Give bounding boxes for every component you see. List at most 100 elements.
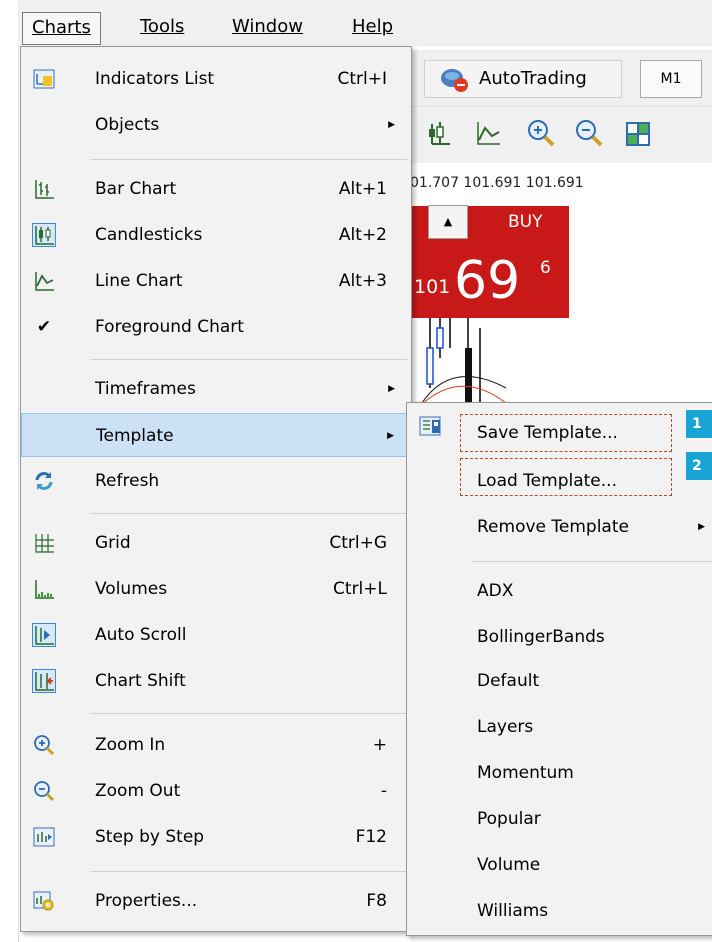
buy-price-prefix: 101 — [414, 276, 451, 298]
menu-label: Objects — [95, 115, 160, 135]
menu-separator — [91, 713, 407, 714]
autotrading-label: AutoTrading — [479, 68, 587, 89]
menu-shortcut: Alt+3 — [338, 271, 387, 291]
grid-icon — [33, 532, 55, 554]
bar-chart-icon — [33, 178, 55, 200]
menu-item-grid[interactable]: Grid Ctrl+G — [21, 521, 411, 565]
auto-scroll-icon — [32, 623, 56, 647]
menu-item-objects[interactable]: Objects ▶ — [21, 103, 411, 147]
menu-window-label: Window — [232, 16, 303, 37]
menu-separator — [91, 359, 407, 360]
buy-price-main: 69 — [454, 251, 521, 311]
template-item[interactable]: BollingerBands — [407, 615, 712, 659]
zoom-in-tool-icon[interactable] — [526, 118, 556, 148]
line-chart-tool-icon[interactable] — [474, 120, 502, 148]
menu-label: Layers — [477, 717, 534, 737]
menu-shortcut: Alt+1 — [338, 179, 387, 199]
menu-label: Williams — [477, 901, 549, 921]
menu-label: Bar Chart — [95, 179, 177, 199]
menu-shortcut: Ctrl+L — [333, 579, 387, 599]
menu-label: Candlesticks — [95, 225, 203, 245]
menu-item-zoom-out[interactable]: Zoom Out - — [21, 769, 411, 813]
volumes-icon — [33, 578, 55, 600]
menu-shortcut: Ctrl+G — [329, 533, 387, 553]
menu-charts-label: Charts — [32, 17, 91, 38]
menu-label: Timeframes — [95, 379, 196, 399]
menu-item-indicators-list[interactable]: Indicators List Ctrl+I — [21, 57, 411, 101]
step-by-step-icon — [33, 826, 55, 848]
checkmark-icon: ✔ — [36, 317, 52, 337]
menu-separator — [91, 159, 407, 160]
menu-label: Template — [96, 426, 174, 446]
menu-label: Step by Step — [95, 827, 205, 847]
timeframe-m1-button[interactable]: M1 — [640, 60, 702, 98]
toolbar-chart — [410, 106, 712, 163]
menu-item-foreground-chart[interactable]: ✔ Foreground Chart — [21, 305, 411, 349]
menu-label: Indicators List — [95, 69, 215, 89]
menu-item-line-chart[interactable]: Line Chart Alt+3 — [21, 259, 411, 303]
menu-item-volumes[interactable]: Volumes Ctrl+L — [21, 567, 411, 611]
menu-item-bar-chart[interactable]: Bar Chart Alt+1 — [21, 167, 411, 211]
menu-item-remove-template[interactable]: Remove Template ▶ — [407, 505, 712, 549]
candlesticks-icon — [32, 223, 56, 247]
template-item[interactable]: Williams — [407, 889, 712, 933]
menu-item-step-by-step[interactable]: Step by Step F12 — [21, 815, 411, 859]
menu-label: Auto Scroll — [95, 625, 187, 645]
menu-item-properties[interactable]: Properties... F8 — [21, 879, 411, 923]
menu-item-template[interactable]: Template ▶ — [21, 413, 411, 457]
template-item[interactable]: ADX — [407, 569, 712, 613]
template-item[interactable]: Popular — [407, 797, 712, 841]
menu-label: Chart Shift — [95, 671, 186, 691]
indicators-list-icon — [33, 68, 55, 90]
menu-label: Zoom In — [95, 735, 166, 755]
menu-label: Momentum — [477, 763, 574, 783]
menu-item-candlesticks[interactable]: Candlesticks Alt+2 — [21, 213, 411, 257]
menu-label: Refresh — [95, 471, 160, 491]
menu-label: Foreground Chart — [95, 317, 244, 337]
submenu-arrow-icon: ▶ — [388, 120, 395, 130]
menu-item-chart-shift[interactable]: Chart Shift — [21, 659, 411, 703]
template-item[interactable]: Momentum — [407, 751, 712, 795]
submenu-arrow-icon: ▶ — [388, 384, 395, 394]
autotrading-button[interactable]: AutoTrading — [424, 60, 622, 98]
menu-charts[interactable]: Charts — [22, 12, 101, 45]
charts-menu: Indicators List Ctrl+I Objects ▶ Bar Cha… — [20, 46, 412, 932]
candlesticks-tool-icon[interactable] — [426, 120, 454, 148]
step-badge-2: 2 — [686, 452, 712, 480]
menu-window[interactable]: Window — [226, 12, 309, 42]
step-badge-1: 1 — [686, 410, 712, 438]
lot-spin-up-button[interactable]: ▲ — [428, 205, 468, 239]
zoom-out-icon — [33, 780, 55, 802]
template-item[interactable]: Layers — [407, 705, 712, 749]
submenu-arrow-icon: ▶ — [387, 431, 394, 441]
menu-label: BollingerBands — [477, 627, 605, 647]
menu-shortcut: - — [380, 781, 387, 801]
menu-shortcut: F12 — [355, 827, 387, 847]
menu-item-timeframes[interactable]: Timeframes ▶ — [21, 367, 411, 411]
submenu-arrow-icon: ▶ — [698, 522, 705, 532]
menu-label: Properties... — [95, 891, 198, 911]
menu-item-zoom-in[interactable]: Zoom In + — [21, 723, 411, 767]
menu-item-refresh[interactable]: Refresh — [21, 459, 411, 503]
menu-label: Popular — [477, 809, 541, 829]
menu-shortcut: Ctrl+I — [337, 69, 387, 89]
menu-shortcut: Alt+2 — [338, 225, 387, 245]
properties-icon — [33, 890, 55, 912]
quote-values: 01.707 101.691 101.691 — [410, 175, 584, 191]
menu-label: ADX — [477, 581, 514, 601]
load-template-highlight — [460, 458, 672, 496]
menu-label: Default — [477, 671, 540, 691]
line-chart-icon — [33, 270, 55, 292]
zoom-in-icon — [33, 734, 55, 756]
tile-windows-tool-icon[interactable] — [624, 120, 652, 148]
menu-help[interactable]: Help — [346, 12, 399, 42]
zoom-out-tool-icon[interactable] — [574, 118, 604, 148]
template-item[interactable]: Volume — [407, 843, 712, 887]
menu-tools-label: Tools — [140, 16, 185, 37]
menu-item-auto-scroll[interactable]: Auto Scroll — [21, 613, 411, 657]
chart-candles — [410, 318, 510, 408]
template-item[interactable]: Default — [407, 659, 712, 703]
menu-label: Zoom Out — [95, 781, 181, 801]
menu-shortcut: + — [372, 735, 387, 755]
menu-tools[interactable]: Tools — [134, 12, 190, 42]
